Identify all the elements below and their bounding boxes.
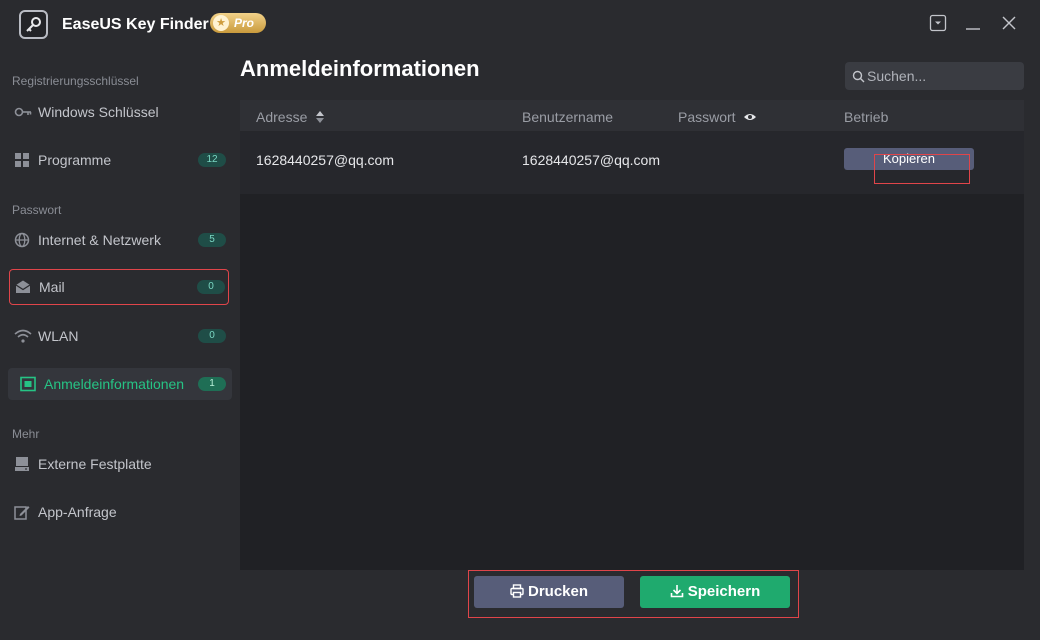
wifi-icon xyxy=(14,328,32,344)
save-button[interactable]: Speichern xyxy=(640,576,790,608)
count-badge: 1 xyxy=(198,377,226,391)
eye-icon[interactable] xyxy=(743,112,757,122)
download-icon xyxy=(670,585,684,598)
sidebar-item-wlan[interactable]: WLAN 0 xyxy=(8,320,232,352)
search-icon xyxy=(852,70,865,83)
search-input[interactable] xyxy=(867,66,1017,86)
count-badge: 0 xyxy=(198,329,226,343)
sidebar-item-label: Mail xyxy=(39,279,65,295)
search-box[interactable] xyxy=(845,62,1024,90)
section-label-more: Mehr xyxy=(12,427,40,441)
minimize-button[interactable] xyxy=(964,14,984,34)
sidebar-item-label: Anmeldeinformationen xyxy=(44,376,185,392)
print-button-label: Drucken xyxy=(527,583,589,600)
column-header-address[interactable]: Adresse xyxy=(256,109,325,125)
globe-icon xyxy=(14,232,32,248)
save-button-label: Speichern xyxy=(687,583,761,600)
sidebar-item-label: Windows Schlüssel xyxy=(38,104,159,120)
close-button[interactable] xyxy=(1000,14,1020,34)
pro-badge[interactable]: ★ Pro xyxy=(210,13,266,33)
title-bar: EaseUS Key Finder ★ Pro xyxy=(0,0,1040,50)
column-header-username: Benutzername xyxy=(522,109,614,125)
cell-address: 1628440257@qq.com xyxy=(256,152,394,168)
key-icon xyxy=(14,104,32,120)
sort-icon xyxy=(316,111,325,123)
sidebar-item-label: Programme xyxy=(38,152,112,168)
copy-button[interactable]: Kopieren xyxy=(844,148,974,170)
sidebar-item-label: Internet & Netzwerk xyxy=(38,232,161,248)
credentials-table: Adresse Benutzername Passwort Betrieb 16… xyxy=(240,100,1024,570)
printer-icon xyxy=(510,584,524,598)
sidebar-item-label: Externe Festplatte xyxy=(38,456,152,472)
sidebar-item-programs[interactable]: Programme 12 xyxy=(8,144,232,176)
sidebar: Registrierungsschlüssel Windows Schlüsse… xyxy=(0,50,240,640)
app-title: EaseUS Key Finder xyxy=(62,16,209,33)
print-button[interactable]: Drucken xyxy=(474,576,624,608)
count-badge: 5 xyxy=(198,233,226,247)
page-title: Anmeldeinformationen xyxy=(240,56,480,81)
count-badge: 0 xyxy=(197,280,225,294)
sidebar-item-internet-network[interactable]: Internet & Netzwerk 5 xyxy=(8,224,232,256)
grid-icon xyxy=(14,152,32,168)
section-label-password: Passwort xyxy=(12,203,62,217)
credential-icon xyxy=(20,376,38,392)
sidebar-item-mail[interactable]: Mail 0 xyxy=(9,269,229,305)
star-icon: ★ xyxy=(213,15,229,31)
drive-icon xyxy=(14,456,32,472)
mail-icon xyxy=(15,279,33,295)
sidebar-item-label: App-Anfrage xyxy=(38,504,117,520)
sidebar-item-credentials[interactable]: Anmeldeinformationen 1 xyxy=(8,368,232,400)
edit-icon xyxy=(14,504,32,520)
window-menu-button[interactable] xyxy=(929,14,949,34)
sidebar-item-windows-key[interactable]: Windows Schlüssel xyxy=(8,96,232,128)
cell-username: 1628440257@qq.com xyxy=(522,152,660,168)
column-header-label: Adresse xyxy=(256,109,308,125)
sidebar-item-external-drive[interactable]: Externe Festplatte xyxy=(8,448,232,480)
pro-badge-label: Pro xyxy=(234,16,255,30)
column-header-password[interactable]: Passwort xyxy=(678,109,757,125)
column-header-label: Passwort xyxy=(678,109,736,125)
app-logo-icon xyxy=(19,10,48,39)
section-label-registry: Registrierungsschlüssel xyxy=(12,74,139,88)
sidebar-item-app-request[interactable]: App-Anfrage xyxy=(8,496,232,528)
table-header: Adresse Benutzername Passwort Betrieb xyxy=(240,100,1024,132)
table-row: 1628440257@qq.com 1628440257@qq.com Kopi… xyxy=(240,132,1024,194)
count-badge: 12 xyxy=(198,153,226,167)
sidebar-item-label: WLAN xyxy=(38,328,79,344)
column-header-action: Betrieb xyxy=(844,109,889,125)
